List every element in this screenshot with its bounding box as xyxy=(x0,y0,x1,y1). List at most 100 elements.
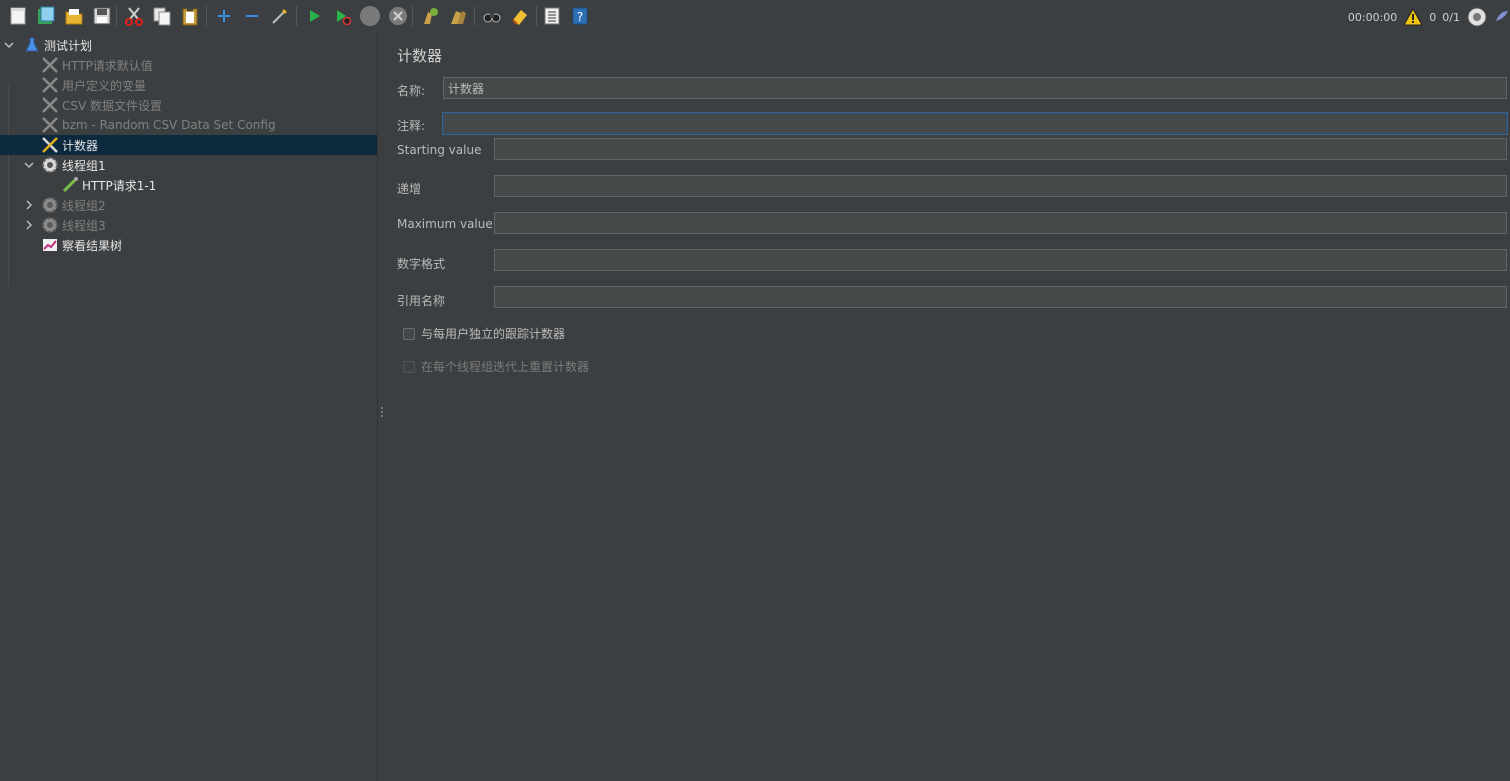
search-button[interactable] xyxy=(480,4,504,28)
copy-button[interactable] xyxy=(150,4,174,28)
clear-all-button[interactable] xyxy=(446,4,470,28)
tree-node-label: 测试计划 xyxy=(44,38,93,53)
panel-title: 计数器 xyxy=(397,47,443,65)
gear-icon xyxy=(40,155,60,175)
tree-node-http-request-1-1[interactable]: HTTP请求1-1 xyxy=(0,175,377,195)
tree-node-label: bzm - Random CSV Data Set Config xyxy=(62,118,276,132)
name-input[interactable] xyxy=(443,77,1507,99)
binoculars-icon xyxy=(483,13,501,23)
warning-icon xyxy=(1403,8,1424,26)
reset-counter-label: 在每个线程组迭代上重置计数器 xyxy=(421,360,590,374)
elapsed-timer: 00:00:00 xyxy=(1347,10,1398,24)
reference-name-input[interactable] xyxy=(494,286,1507,308)
comment-input[interactable] xyxy=(442,112,1508,135)
increment-input[interactable] xyxy=(494,175,1507,197)
remote-nodes-icon[interactable] xyxy=(1466,6,1488,28)
maximum-value-input[interactable] xyxy=(494,212,1507,234)
svg-text:?: ? xyxy=(577,10,583,24)
templates-icon xyxy=(38,6,55,24)
tree-node-random-csv[interactable]: bzm - Random CSV Data Set Config xyxy=(0,115,377,135)
toolbar: ? 00:00:00 0 0/1 xyxy=(0,0,1510,33)
number-format-label: 数字格式 xyxy=(397,257,446,271)
tree-node-thread-group-2[interactable]: 线程组2 xyxy=(0,195,377,215)
tree-node-thread-group-1[interactable]: 线程组1 xyxy=(0,155,377,175)
gear-icon xyxy=(40,215,60,235)
expand-all-button[interactable] xyxy=(212,4,236,28)
cut-button[interactable] xyxy=(122,4,146,28)
scissors-icon xyxy=(125,7,143,26)
stop-icon xyxy=(360,6,380,26)
comment-label: 注释: xyxy=(397,119,426,133)
starting-value-input[interactable] xyxy=(494,138,1507,160)
log-viewer-icon[interactable] xyxy=(1494,7,1510,27)
tree-node-label: 察看结果树 xyxy=(62,238,123,253)
crossed-tools-icon xyxy=(40,135,60,155)
chevron-right-icon[interactable] xyxy=(23,219,35,231)
open-folder-icon xyxy=(65,9,83,25)
crossed-tools-icon xyxy=(40,115,60,135)
broom-icon xyxy=(451,11,466,24)
name-label: 名称: xyxy=(397,84,426,98)
tree-node-test-plan[interactable]: 测试计划 xyxy=(0,35,377,55)
increment-label: 递增 xyxy=(397,182,422,196)
paste-button[interactable] xyxy=(178,4,202,28)
tree-node-counter[interactable]: 计数器 xyxy=(0,135,377,155)
reset-counter-option: 在每个线程组迭代上重置计数器 xyxy=(403,358,589,375)
play-icon xyxy=(310,10,320,22)
new-file-icon xyxy=(10,7,26,25)
flask-icon xyxy=(22,35,42,55)
tree-node-label: HTTP请求1-1 xyxy=(82,178,157,193)
number-format-input[interactable] xyxy=(494,249,1507,271)
tree-node-label: HTTP请求默认值 xyxy=(62,58,153,73)
pipette-icon xyxy=(60,175,80,195)
clear-button[interactable] xyxy=(418,4,442,28)
gear-icon xyxy=(40,195,60,215)
toggle-button[interactable] xyxy=(268,4,292,28)
reset-counter-checkbox xyxy=(403,360,415,373)
start-button[interactable] xyxy=(302,4,326,28)
crossed-tools-icon xyxy=(40,55,60,75)
tree-node-user-variables[interactable]: 用户定义的变量 xyxy=(0,75,377,95)
tree-node-csv-config[interactable]: CSV 数据文件设置 xyxy=(0,95,377,115)
function-helper-button[interactable] xyxy=(540,4,564,28)
start-no-pauses-button[interactable] xyxy=(330,4,354,28)
tree-node-label: 用户定义的变量 xyxy=(62,78,147,93)
tree-node-label: CSV 数据文件设置 xyxy=(62,98,163,113)
tree-node-label: 线程组3 xyxy=(62,218,106,233)
play-no-timers-icon xyxy=(337,10,352,26)
new-plan-button[interactable] xyxy=(6,4,30,28)
chart-listener-icon xyxy=(40,235,60,255)
copy-icon xyxy=(153,7,171,26)
starting-value-label: Starting value xyxy=(397,143,482,157)
stop-button[interactable] xyxy=(358,4,382,28)
per-user-counter-option[interactable]: 与每用户独立的跟踪计数器 xyxy=(403,325,565,342)
counter-config-panel: 计数器 名称: 注释: Starting value 递增 Maximum va… xyxy=(387,33,1510,781)
maximum-value-label: Maximum value xyxy=(397,217,493,231)
shutdown-button[interactable] xyxy=(386,4,410,28)
crossed-tools-icon xyxy=(40,95,60,115)
tree-node-http-defaults[interactable]: HTTP请求默认值 xyxy=(0,55,377,75)
collapse-all-button[interactable] xyxy=(240,4,264,28)
chevron-right-icon[interactable] xyxy=(23,199,35,211)
eraser-broom-icon xyxy=(512,10,527,25)
tree-node-label: 线程组2 xyxy=(62,198,106,213)
tree-node-thread-group-3[interactable]: 线程组3 xyxy=(0,215,377,235)
templates-button[interactable] xyxy=(34,4,58,28)
chevron-down-icon[interactable] xyxy=(23,159,35,171)
tree-node-label: 线程组1 xyxy=(62,158,106,173)
warning-count: 0 xyxy=(1429,10,1437,24)
tree-node-label: 计数器 xyxy=(62,138,99,153)
plus-icon xyxy=(218,10,230,22)
per-user-label: 与每用户独立的跟踪计数器 xyxy=(421,327,566,341)
open-button[interactable] xyxy=(62,4,86,28)
save-button[interactable] xyxy=(90,4,114,28)
list-document-icon xyxy=(544,7,560,25)
broom-gear-icon xyxy=(424,8,438,24)
help-button[interactable]: ? xyxy=(568,4,592,28)
help-question-icon: ? xyxy=(572,7,588,25)
active-threads: 0/1 xyxy=(1442,10,1460,24)
tree-node-view-results-tree[interactable]: 察看结果树 xyxy=(0,235,377,255)
chevron-down-icon[interactable] xyxy=(3,39,15,51)
per-user-checkbox[interactable] xyxy=(403,327,415,340)
reset-search-button[interactable] xyxy=(508,4,532,28)
